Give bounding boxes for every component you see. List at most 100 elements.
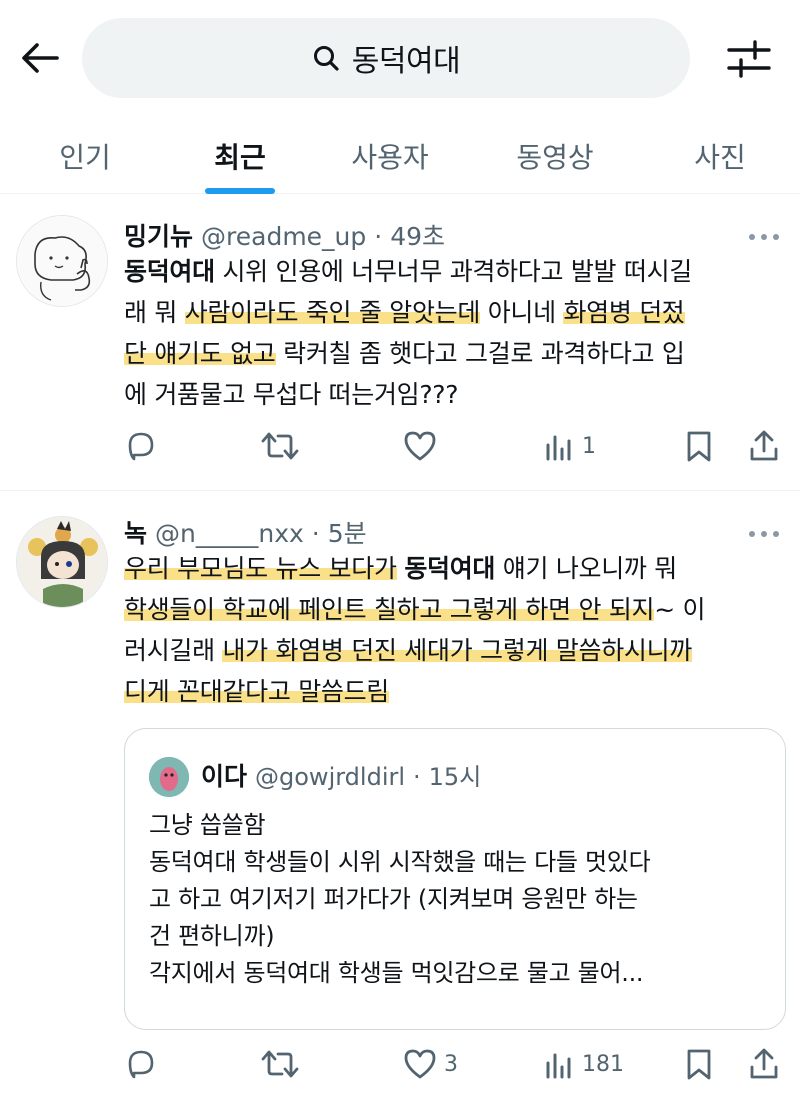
bookmark-icon: [687, 431, 711, 462]
separator-dot: ·: [413, 763, 421, 791]
more-dots-icon: [749, 234, 779, 240]
share-icon: [750, 1048, 778, 1079]
text-line: 동덕여대 학생들이 시위 시작했을 때는 다들 멋있다: [149, 848, 651, 876]
more-options-button[interactable]: [746, 225, 782, 249]
user-handle[interactable]: @gowjrdldirl: [255, 763, 405, 791]
post-text: 동덕여대 시위 인용에 너무너무 과격하다고 발발 떠시길 래 뭐 사람이라도 …: [124, 251, 784, 415]
repost-button[interactable]: [260, 1044, 306, 1084]
heart-icon: [404, 1049, 436, 1079]
quoted-post-text: 그냥 씁쓸함 동덕여대 학생들이 시위 시작했을 때는 다들 멋있다 고 하고 …: [149, 807, 769, 992]
keyword-highlight: 동덕여대: [404, 554, 496, 583]
marker-highlight: 우리 부모님도 뉴스 보다가: [124, 554, 397, 583]
heart-icon: [404, 431, 436, 461]
tab-photos[interactable]: 사진: [640, 118, 800, 194]
doodle-avatar-image: [17, 216, 107, 306]
search-tabs: 인기 최근 사용자 동영상 사진: [0, 118, 800, 194]
display-name[interactable]: 밍기뉴: [124, 217, 193, 253]
share-button[interactable]: [748, 426, 780, 466]
tab-label: 인기: [59, 141, 111, 174]
share-icon: [750, 430, 778, 461]
like-count: 3: [444, 1051, 458, 1077]
display-name[interactable]: 녹: [124, 514, 147, 550]
search-filter-button[interactable]: [724, 34, 774, 84]
bar-chart-icon: [546, 435, 571, 461]
text-segment: 래 뭐: [124, 298, 185, 327]
post-text: 우리 부모님도 뉴스 보다가 동덕여대 얘기 나오니까 뭐 학생들이 학교에 페…: [124, 548, 784, 712]
arrow-left-icon: [22, 43, 59, 73]
bookmark-button[interactable]: [684, 426, 714, 466]
display-name[interactable]: 이다: [201, 757, 247, 793]
text-segment: 아니네: [480, 298, 564, 327]
view-count: 1: [582, 433, 596, 459]
share-button[interactable]: [748, 1044, 780, 1084]
text-segment: 에 거품물고 무섭다 떠는거임???: [124, 380, 459, 409]
separator-dot: ·: [374, 222, 383, 251]
text-line: 각지에서 동덕여대 학생들 먹잇감으로 물고 물어...: [149, 959, 644, 987]
text-segment: 락커칠 좀 햇다고 그걸로 과격하다고 입: [275, 339, 685, 368]
keyword-highlight: 동덕여대: [124, 257, 215, 286]
post-actions: 3 181: [124, 1044, 784, 1084]
reply-button[interactable]: [124, 426, 164, 466]
like-button[interactable]: [402, 426, 444, 466]
search-input[interactable]: 동덕여대: [82, 18, 690, 98]
separator-dot: ·: [311, 519, 320, 548]
post-time[interactable]: 15시: [429, 757, 482, 792]
marker-highlight: 단 얘기도 없고: [124, 339, 276, 368]
marker-highlight: 학생들이 학교에 페인트 칠하고 그렇게 하면 안 되지: [124, 595, 655, 624]
reply-icon: [128, 432, 154, 461]
search-icon: [313, 46, 339, 71]
repost-icon: [261, 432, 299, 460]
bookmark-icon: [687, 1049, 711, 1080]
marker-highlight: 화염병 던젔: [563, 298, 685, 327]
search-query: 동덕여대: [351, 44, 461, 79]
more-dots-icon: [749, 531, 779, 537]
tab-latest[interactable]: 최근: [170, 118, 310, 194]
quoted-post-header: 이다 @gowjrdldirl · 15시: [201, 757, 481, 793]
views-button[interactable]: 1: [544, 426, 596, 466]
back-button[interactable]: [18, 36, 62, 80]
post-time[interactable]: 49초: [390, 217, 445, 253]
bar-chart-icon: [546, 1053, 571, 1079]
post-time[interactable]: 5분: [328, 514, 367, 550]
active-tab-indicator: [205, 188, 275, 194]
tab-label: 사용자: [351, 141, 429, 174]
reply-icon: [128, 1050, 154, 1079]
avatar[interactable]: [16, 215, 108, 307]
text-line: 그냥 씁쓸함: [149, 811, 266, 839]
quoted-avatar-image: [149, 757, 189, 797]
tab-label: 최근: [214, 141, 266, 174]
avatar[interactable]: [149, 757, 189, 797]
tab-label: 동영상: [516, 141, 594, 174]
text-line: 고 하고 여기저기 퍼가다가 (지켜보며 응원만 하는: [149, 885, 638, 913]
text-segment: 얘기 나오니까 뭐: [495, 554, 678, 583]
post-actions: 1: [124, 426, 784, 466]
more-options-button[interactable]: [746, 522, 782, 546]
marker-highlight: 디게 꼰대같다고 말씀드림: [124, 677, 389, 706]
reply-button[interactable]: [124, 1044, 164, 1084]
tab-label: 사진: [694, 141, 746, 174]
avatar[interactable]: [16, 516, 108, 608]
text-line: 건 편하니까): [149, 922, 275, 950]
tab-people[interactable]: 사용자: [310, 118, 470, 194]
quoted-post[interactable]: 이다 @gowjrdldirl · 15시 그냥 씁쓸함 동덕여대 학생들이 시…: [124, 728, 786, 1030]
sliders-icon: [727, 40, 771, 78]
text-segment: 시위 인용에 너무너무 과격하다고 발발 떠시길: [214, 257, 692, 286]
post-header: 녹 @n_____nxx · 5분: [124, 514, 367, 550]
repost-icon: [261, 1050, 299, 1078]
tab-videos[interactable]: 동영상: [470, 118, 640, 194]
like-button[interactable]: 3: [402, 1044, 458, 1084]
marker-highlight: 사람이라도 죽인 줄 알앗는데: [184, 298, 481, 327]
tab-top[interactable]: 인기: [0, 118, 170, 194]
post-header: 밍기뉴 @readme_up · 49초: [124, 217, 445, 253]
user-handle[interactable]: @readme_up: [201, 222, 366, 251]
post[interactable]: 밍기뉴 @readme_up · 49초 동덕여대 시위 인용에 너무너무 과격…: [0, 195, 800, 491]
views-button[interactable]: 181: [544, 1044, 624, 1084]
user-handle[interactable]: @n_____nxx: [155, 519, 304, 548]
bookmark-button[interactable]: [684, 1044, 714, 1084]
illustrated-avatar-image: [17, 517, 107, 607]
post[interactable]: 녹 @n_____nxx · 5분 우리 부모님도 뉴스 보다가 동덕여대 얘기…: [0, 492, 800, 1097]
text-segment: 러시길래: [124, 636, 223, 665]
repost-button[interactable]: [260, 426, 306, 466]
text-segment: ~ 이: [654, 595, 706, 624]
search-header: 동덕여대: [0, 0, 800, 115]
